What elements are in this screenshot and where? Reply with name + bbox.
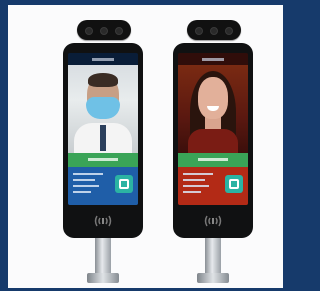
info-line [183,185,209,187]
info-line [183,179,205,181]
status-bar [178,153,248,167]
camera-lens [195,27,203,35]
info-line [73,179,95,181]
camera-lens [100,27,108,35]
nfc-reader-icon [202,213,224,229]
camera-icon [187,20,241,40]
stand-base [197,273,229,283]
top [188,129,238,153]
camera-icon [77,20,131,40]
qr-code-icon [115,175,133,193]
screen-top-bar [178,53,248,65]
image-frame [0,0,291,291]
info-line [183,191,201,193]
info-line [73,191,91,193]
product-panel [8,5,283,288]
info-line [183,173,213,175]
status-bar [68,153,138,167]
tie [100,125,106,151]
camera-lens [210,27,218,35]
camera-lens [115,27,123,35]
info-panel [178,167,248,205]
info-panel [68,167,138,205]
qr-code-icon [225,175,243,193]
face-photo-masked-man [68,65,138,153]
hair [88,73,118,87]
stand-base [87,273,119,283]
terminal-screen [178,53,248,205]
screen-top-bar [68,53,138,65]
info-line [73,185,99,187]
face-recognition-terminal-left [53,5,153,288]
info-line [73,173,103,175]
camera-lens [85,27,93,35]
face-recognition-terminal-right [163,5,263,288]
camera-lens [225,27,233,35]
face-photo-smiling-woman [178,65,248,153]
sensor-dots [199,48,227,61]
terminal-body [173,43,253,238]
face-mask [86,97,120,119]
face [198,77,228,119]
nfc-reader-icon [92,213,114,229]
terminal-body [63,43,143,238]
sensor-dots [89,48,117,61]
terminal-screen [68,53,138,205]
